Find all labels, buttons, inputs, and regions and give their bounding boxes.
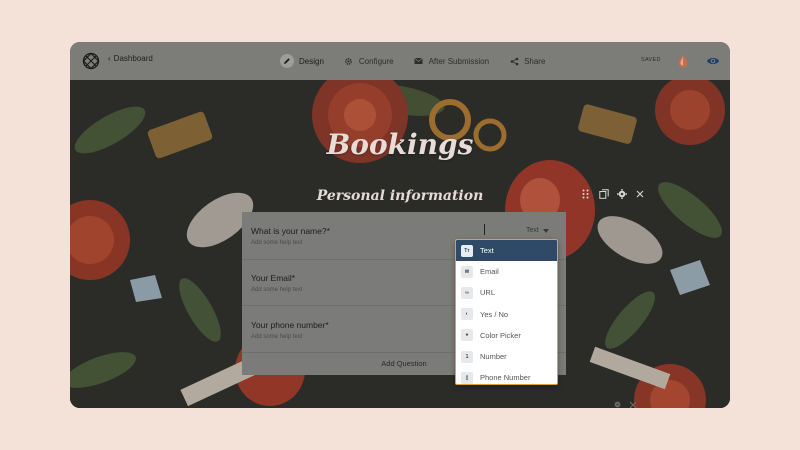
type-option-label: Color Picker bbox=[480, 330, 521, 340]
text-type-icon: Tт bbox=[461, 244, 473, 257]
theme-drop-icon[interactable] bbox=[677, 54, 689, 68]
duplicate-icon[interactable] bbox=[598, 188, 609, 199]
chevron-left-icon: ‹ bbox=[108, 54, 111, 63]
question-help-name[interactable]: Add some help text bbox=[251, 240, 302, 246]
caret-down-icon bbox=[542, 228, 549, 233]
question-label-email[interactable]: Your Email* bbox=[251, 273, 295, 283]
share-icon bbox=[509, 56, 519, 66]
email-type-icon: ✉ bbox=[461, 265, 473, 278]
phone-type-icon: ▯ bbox=[461, 371, 473, 384]
question-type-value: Text bbox=[526, 227, 539, 234]
type-option-text[interactable]: Tт Text bbox=[456, 240, 557, 262]
text-cursor bbox=[484, 224, 485, 235]
top-bar: ‹ Dashboard Design Configure After Submi… bbox=[70, 42, 730, 80]
question-label-name[interactable]: What is your name?* bbox=[251, 226, 330, 236]
pencil-icon bbox=[280, 54, 294, 68]
type-option-color-picker[interactable]: ● Color Picker bbox=[456, 325, 557, 346]
form-title[interactable]: Bookings bbox=[70, 128, 730, 161]
back-to-dashboard-link[interactable]: ‹ Dashboard bbox=[108, 54, 153, 63]
type-option-url[interactable]: ∞ URL bbox=[456, 282, 557, 303]
nav-share[interactable]: Share bbox=[499, 52, 555, 70]
section-toolbar bbox=[613, 396, 637, 408]
nav-after-submission-label: After Submission bbox=[428, 56, 490, 66]
delete-close-icon[interactable] bbox=[634, 188, 645, 199]
drag-handle-icon[interactable] bbox=[580, 188, 591, 199]
question-toolbar bbox=[580, 188, 645, 199]
question-label-phone[interactable]: Your phone number* bbox=[251, 320, 329, 330]
type-option-label: Email bbox=[480, 267, 499, 277]
preview-eye-icon[interactable] bbox=[706, 55, 720, 67]
type-option-label: Number bbox=[480, 352, 507, 362]
number-type-icon: 1 bbox=[461, 350, 473, 363]
app-window: ‹ Dashboard Design Configure After Submi… bbox=[70, 42, 730, 408]
type-option-label: Phone Number bbox=[480, 373, 531, 383]
save-status: SAVED bbox=[641, 57, 661, 63]
nav-after-submission[interactable]: After Submission bbox=[404, 52, 499, 70]
type-option-label: Text bbox=[480, 246, 494, 256]
section-close-icon[interactable] bbox=[629, 396, 637, 408]
type-option-number[interactable]: 1 Number bbox=[456, 346, 557, 367]
question-type-menu: Tт Text ✉ Email ∞ URL ◐ Yes / No ● Color… bbox=[455, 239, 558, 385]
type-option-email[interactable]: ✉ Email bbox=[456, 261, 557, 282]
type-option-label: Yes / No bbox=[480, 309, 509, 319]
settings-gear-icon[interactable] bbox=[616, 188, 627, 199]
gear-icon bbox=[344, 56, 354, 66]
question-help-email[interactable]: Add some help text bbox=[251, 287, 302, 293]
link-type-icon: ∞ bbox=[461, 286, 473, 299]
envelope-icon bbox=[414, 56, 424, 66]
palette-type-icon: ● bbox=[461, 329, 473, 342]
type-option-phone-number[interactable]: ▯ Phone Number bbox=[456, 367, 557, 384]
type-option-label: URL bbox=[480, 288, 496, 298]
toggle-type-icon: ◐ bbox=[461, 308, 473, 321]
nav-design-label: Design bbox=[299, 56, 324, 66]
logo-icon[interactable] bbox=[82, 52, 100, 70]
nav-configure-label: Configure bbox=[358, 56, 394, 66]
section-settings-icon[interactable] bbox=[613, 396, 622, 408]
top-nav: Design Configure After Submission Share bbox=[270, 52, 555, 70]
back-link-label: Dashboard bbox=[113, 54, 153, 63]
type-option-yes-no[interactable]: ◐ Yes / No bbox=[456, 304, 557, 325]
question-help-phone[interactable]: Add some help text bbox=[251, 334, 302, 340]
nav-share-label: Share bbox=[524, 56, 546, 66]
nav-configure[interactable]: Configure bbox=[334, 52, 404, 70]
question-type-select[interactable]: Text bbox=[526, 227, 549, 234]
form-canvas: Bookings Personal information What is yo… bbox=[70, 80, 730, 408]
nav-design[interactable]: Design bbox=[270, 52, 334, 70]
